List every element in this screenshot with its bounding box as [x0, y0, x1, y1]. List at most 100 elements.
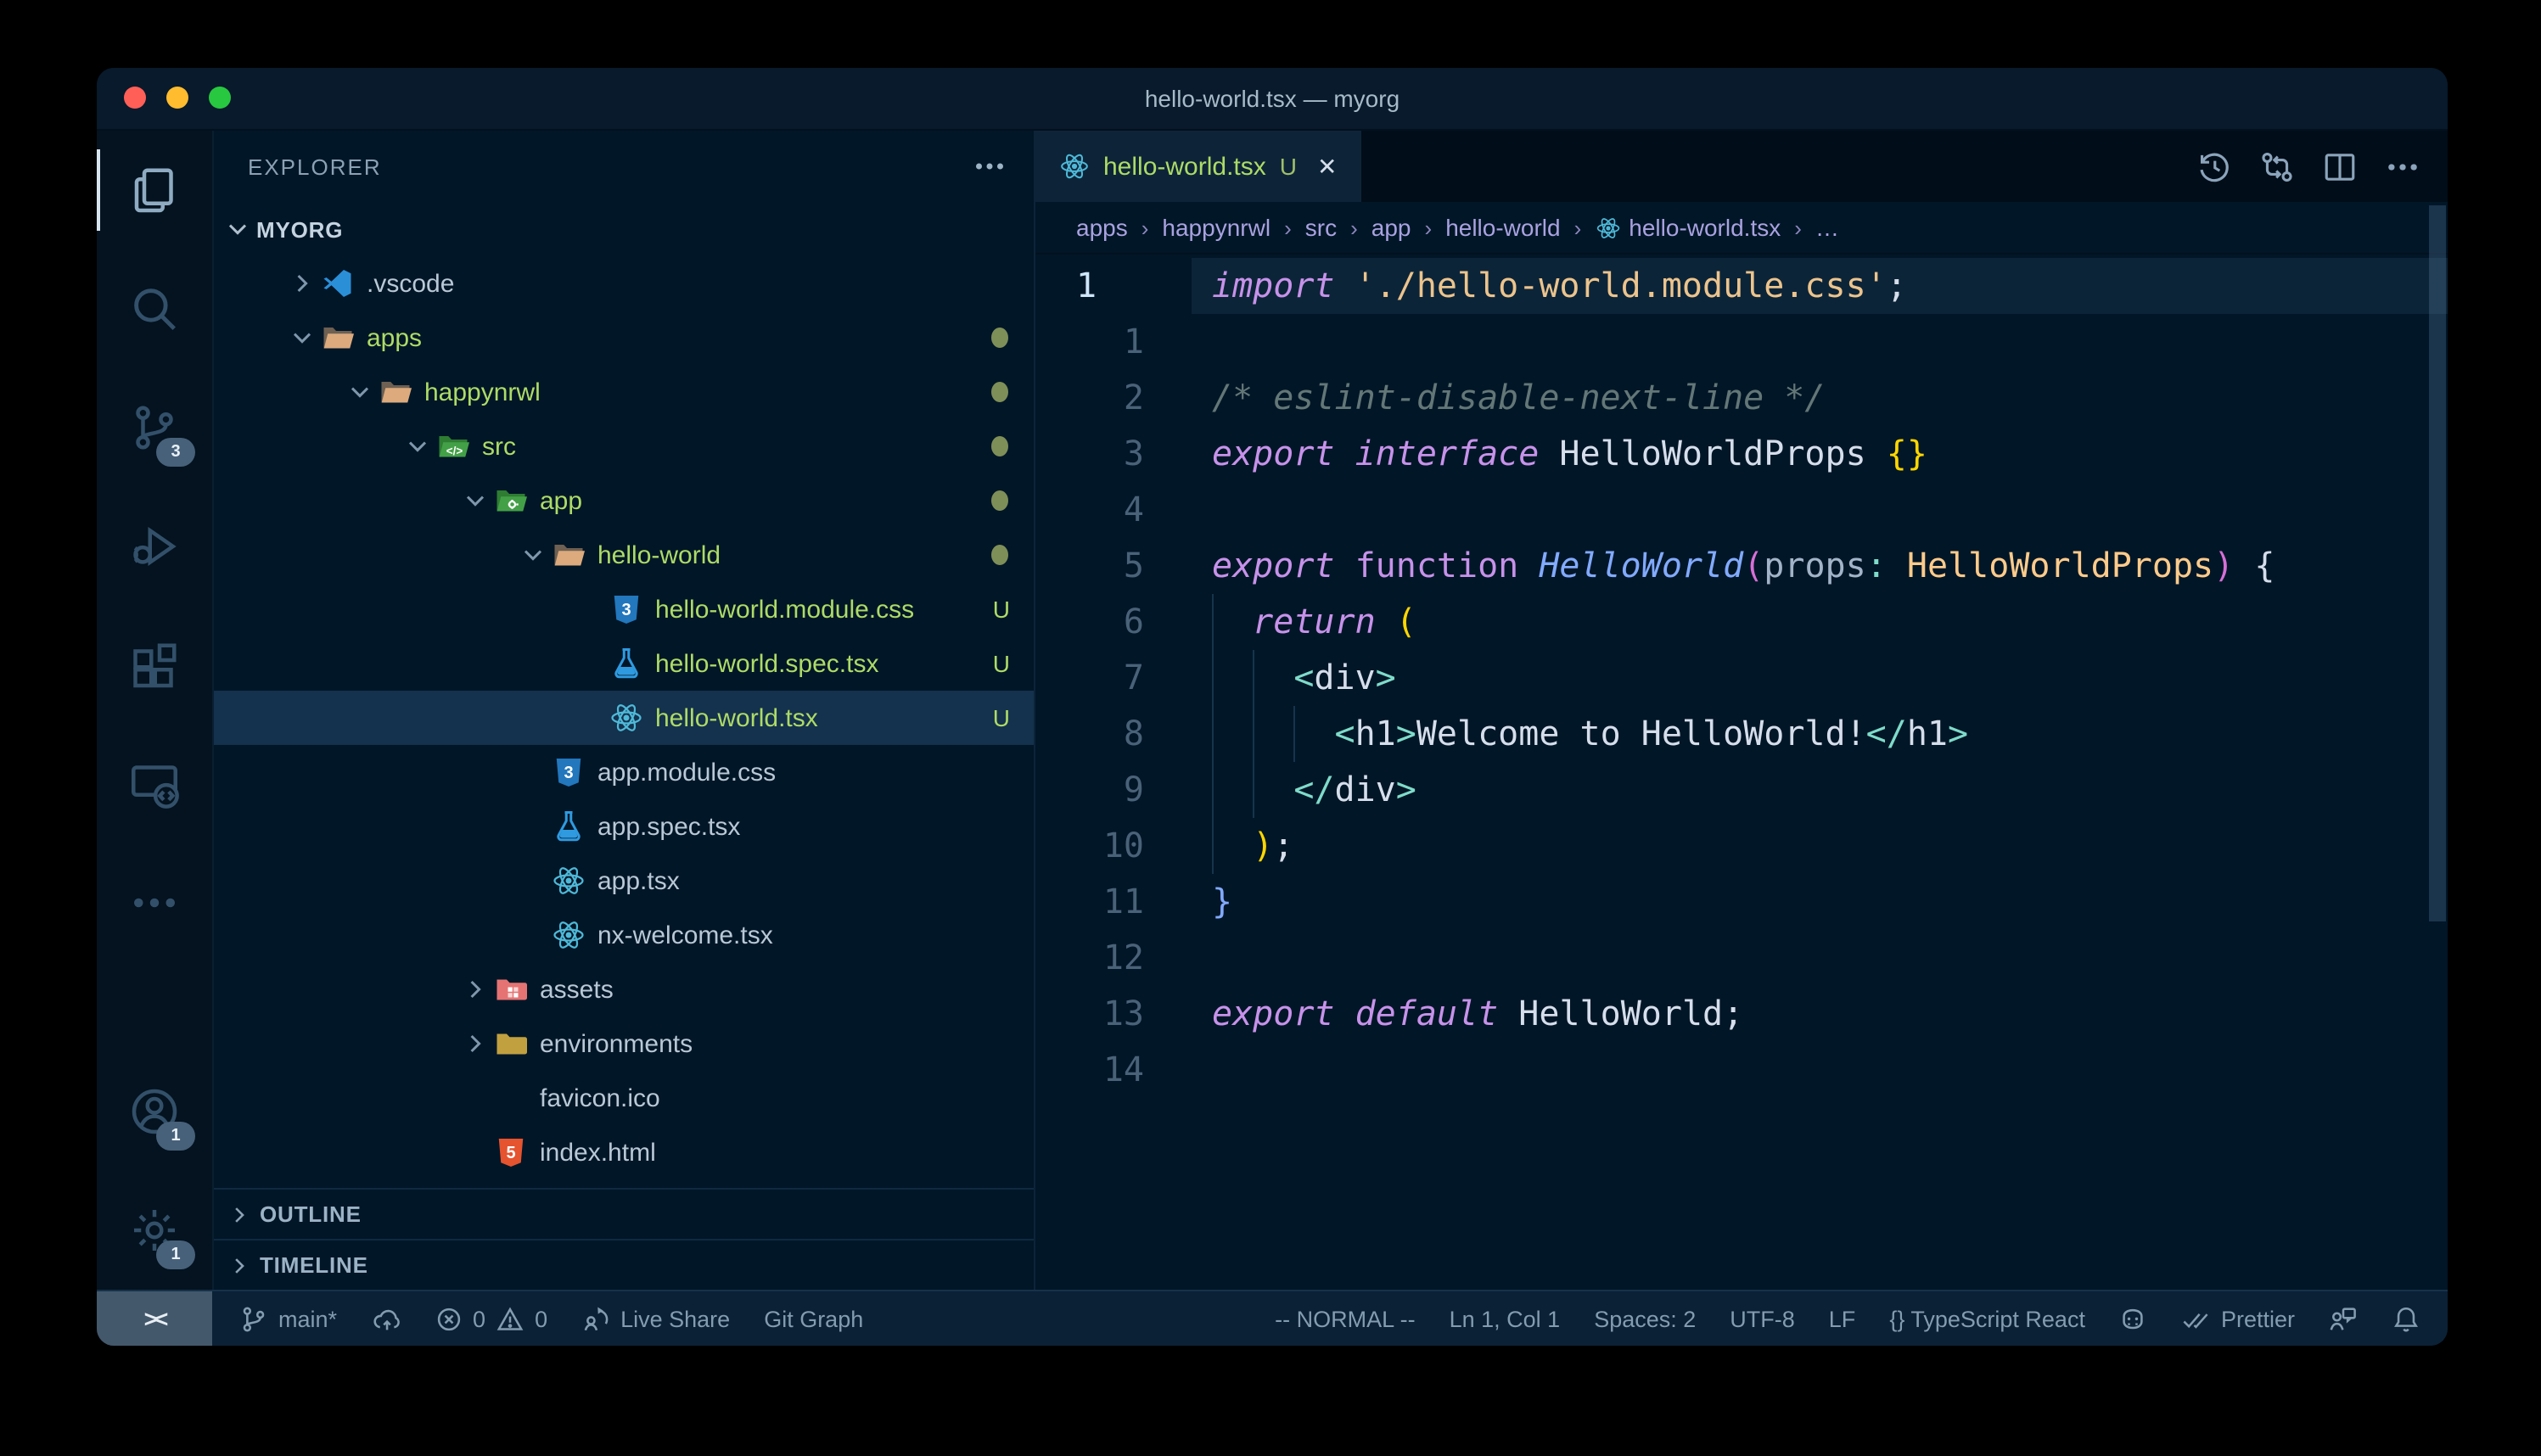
sidebar-section-timeline[interactable]: TIMELINE	[214, 1239, 1034, 1290]
editor-group: hello-world.tsx U ✕ apps›happynrwl›src›a…	[1035, 131, 2448, 1290]
breadcrumb-happynrwl[interactable]: happynrwl	[1162, 214, 1270, 241]
tree-item-app.tsx[interactable]: app.tsx	[214, 854, 1034, 908]
status-item-eol[interactable]: LF	[1829, 1306, 1856, 1331]
timeline-history-button[interactable]	[2196, 148, 2232, 184]
activity-badge: 1	[156, 1122, 195, 1151]
close-window-button[interactable]	[124, 87, 146, 109]
file-label: app.module.css	[597, 758, 776, 787]
open-changes-button[interactable]	[2259, 148, 2295, 184]
react-icon	[1059, 151, 1090, 182]
status-item-git-graph[interactable]: Git Graph	[764, 1306, 863, 1331]
file-label: apps	[367, 323, 422, 352]
zoom-window-button[interactable]	[209, 87, 231, 109]
breadcrumb-…[interactable]: …	[1815, 214, 1839, 241]
tree-item-app[interactable]: app	[214, 473, 1034, 528]
breadcrumb-src[interactable]: src	[1305, 214, 1337, 241]
line-content: export default HelloWorld;	[1212, 986, 1743, 1042]
status-item-cursor-position[interactable]: Ln 1, Col 1	[1450, 1306, 1561, 1331]
status-item-prettier[interactable]: Prettier	[2182, 1304, 2295, 1333]
status-label: 0	[473, 1306, 485, 1331]
status-item-git-branch[interactable]: main*	[239, 1304, 337, 1333]
breadcrumb-separator: ›	[1350, 215, 1358, 240]
explorer-actions-button[interactable]	[973, 149, 1007, 183]
activity-bottom: 11	[97, 1052, 212, 1290]
workspace-section-header[interactable]: MYORG	[214, 202, 1034, 256]
tree-item-nx-welcome.tsx[interactable]: nx-welcome.tsx	[214, 908, 1034, 962]
tree-item-hello-world.spec.tsx[interactable]: hello-world.spec.tsx U	[214, 636, 1034, 691]
status-item-indentation[interactable]: Spaces: 2	[1594, 1306, 1696, 1331]
line-number: 5	[1035, 538, 1144, 594]
editor-scrollbar[interactable]	[2429, 205, 2446, 921]
indent-guide	[1212, 706, 1214, 762]
status-item-notifications[interactable]	[2392, 1304, 2420, 1333]
line-number: 6	[1035, 594, 1144, 650]
tab-close-button[interactable]: ✕	[1317, 152, 1337, 181]
code-line: 14	[1035, 1042, 2448, 1098]
chevron-down-icon	[519, 541, 547, 568]
activity-item-run-debug[interactable]	[97, 487, 212, 606]
git-status-badge: U	[993, 650, 1010, 677]
activity-item-search[interactable]	[97, 249, 212, 368]
activity-item-source-control[interactable]: 3	[97, 368, 212, 487]
feedback-icon	[2329, 1304, 2358, 1333]
tree-item-environments[interactable]: environments	[214, 1016, 1034, 1071]
activity-item-accounts[interactable]: 1	[97, 1052, 212, 1171]
breadcrumb-separator: ›	[1141, 215, 1149, 240]
line-content: return (	[1212, 594, 1416, 650]
breadcrumb-hello-world.tsx[interactable]: hello-world.tsx	[1595, 214, 1781, 241]
line-content: import './hello-world.module.css';	[1212, 258, 1907, 314]
tree-item-happynrwl[interactable]: happynrwl	[214, 365, 1034, 419]
folder-src-icon	[436, 429, 470, 463]
status-label: LF	[1829, 1306, 1856, 1331]
sidebar-section-outline[interactable]: OUTLINE	[214, 1188, 1034, 1239]
status-item-encoding[interactable]: UTF-8	[1730, 1306, 1795, 1331]
git-status-badge: U	[993, 596, 1010, 623]
activity-item-more[interactable]	[97, 843, 212, 962]
status-item-live-share[interactable]: Live Share	[581, 1304, 730, 1333]
minimize-window-button[interactable]	[166, 87, 188, 109]
status-item-language-mode[interactable]: {} TypeScript React	[1889, 1306, 2085, 1331]
status-label: Ln 1, Col 1	[1450, 1306, 1561, 1331]
explorer-sidebar: EXPLORER MYORG .vscode apps happynrwl	[214, 131, 1035, 1290]
breadcrumb-apps[interactable]: apps	[1076, 214, 1128, 241]
file-label: hello-world.spec.tsx	[655, 649, 878, 678]
breadcrumb-app[interactable]: app	[1371, 214, 1411, 241]
status-item-sync[interactable]	[371, 1304, 400, 1333]
chevron-right-icon	[289, 270, 316, 297]
activity-item-extensions[interactable]	[97, 606, 212, 725]
file-label: favicon.ico	[540, 1084, 660, 1112]
file-label: app.spec.tsx	[597, 812, 740, 841]
status-item-copilot[interactable]	[2119, 1304, 2148, 1333]
status-item-feedback[interactable]	[2329, 1304, 2358, 1333]
code-line: 7 <div>	[1035, 650, 2448, 706]
activity-item-settings[interactable]: 1	[97, 1171, 212, 1290]
tree-item-apps[interactable]: apps	[214, 311, 1034, 365]
tree-item-index.html[interactable]: index.html	[214, 1125, 1034, 1179]
breadcrumb-hello-world[interactable]: hello-world	[1445, 214, 1560, 241]
more-actions-button[interactable]	[2385, 148, 2420, 184]
tree-item-.vscode[interactable]: .vscode	[214, 256, 1034, 311]
editor-tab-hello-world.tsx[interactable]: hello-world.tsx U ✕	[1035, 131, 1360, 202]
code-editor[interactable]: 1 import './hello-world.module.css'; 1 2…	[1035, 255, 2448, 1290]
remote-indicator[interactable]: ><	[97, 1291, 212, 1346]
activity-item-explorer[interactable]	[97, 131, 212, 249]
tree-item-app.spec.tsx[interactable]: app.spec.tsx	[214, 799, 1034, 854]
vscode-icon	[321, 266, 355, 300]
tree-item-app.module.css[interactable]: app.module.css	[214, 745, 1034, 799]
indent-guide	[1212, 650, 1214, 706]
file-label: environments	[540, 1029, 693, 1058]
tree-item-hello-world.tsx[interactable]: hello-world.tsx U	[214, 691, 1034, 745]
split-editor-button[interactable]	[2322, 148, 2358, 184]
tree-item-src[interactable]: src	[214, 419, 1034, 473]
titlebar[interactable]: hello-world.tsx — myorg	[97, 68, 2448, 131]
line-number: 13	[1035, 986, 1144, 1042]
tree-item-assets[interactable]: assets	[214, 962, 1034, 1016]
activity-item-remote-explorer[interactable]	[97, 725, 212, 843]
breadcrumbs: apps›happynrwl›src›app›hello-world›hello…	[1035, 202, 2448, 255]
status-item-problems[interactable]: 00	[434, 1304, 547, 1333]
tree-item-favicon.ico[interactable]: favicon.ico	[214, 1071, 1034, 1125]
status-item-vim-mode[interactable]: -- NORMAL --	[1275, 1306, 1416, 1331]
tree-item-hello-world.module.css[interactable]: hello-world.module.css U	[214, 582, 1034, 636]
section-label: OUTLINE	[260, 1201, 362, 1227]
tree-item-hello-world[interactable]: hello-world	[214, 528, 1034, 582]
